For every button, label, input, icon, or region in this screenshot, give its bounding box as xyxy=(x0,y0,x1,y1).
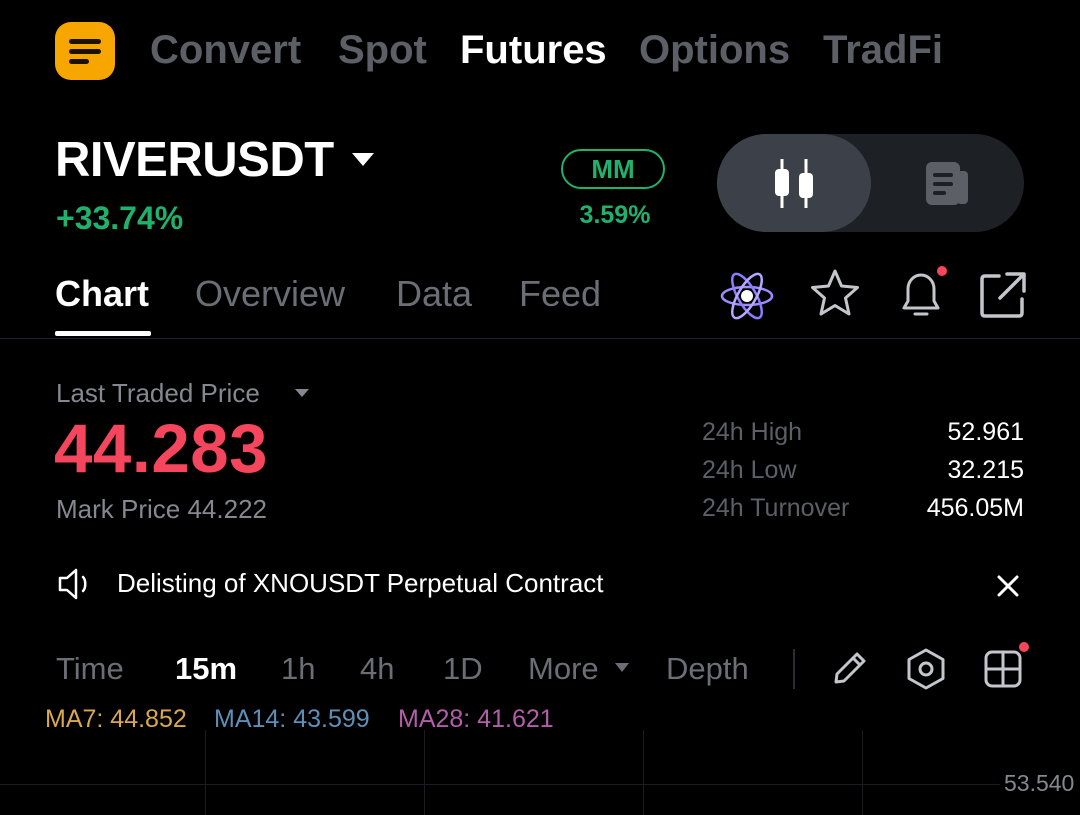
last-traded-price: 44.283 xyxy=(54,410,269,487)
price-change-percent: +33.74% xyxy=(56,200,184,236)
caret-down-icon[interactable] xyxy=(295,389,309,397)
active-tab-indicator xyxy=(55,331,151,336)
announcement-text[interactable]: Delisting of XNOUSDT Perpetual Contract xyxy=(117,567,604,599)
ma7-label: MA7: 44.852 xyxy=(45,705,187,733)
nav-tab-convert[interactable]: Convert xyxy=(150,24,301,76)
speaker-icon xyxy=(58,568,87,600)
ma28-label: MA28: 41.621 xyxy=(398,705,554,733)
toolbar-separator xyxy=(793,649,795,689)
share-button[interactable] xyxy=(977,268,1029,325)
stat-24h-turnover-value: 456.05M xyxy=(926,494,1024,522)
tab-feed[interactable]: Feed xyxy=(519,272,601,316)
depth-chart-tab[interactable]: Depth xyxy=(666,651,749,687)
drawing-tool-button[interactable] xyxy=(828,648,870,695)
chart-settings-button[interactable] xyxy=(904,646,948,697)
timeframe-4h[interactable]: 4h xyxy=(360,651,394,687)
timeframe-1d[interactable]: 1D xyxy=(443,651,483,687)
announcement-speaker xyxy=(56,566,96,607)
layout-button[interactable] xyxy=(982,648,1024,695)
layout-notification-dot xyxy=(1019,642,1029,652)
close-announcement-button[interactable] xyxy=(994,572,1022,605)
timeframe-time[interactable]: Time xyxy=(56,651,124,687)
chart-gridline xyxy=(0,784,1000,785)
hexagon-settings-icon xyxy=(907,648,945,690)
alert-notification-dot xyxy=(937,266,947,276)
stat-24h-low-value: 32.215 xyxy=(947,456,1024,484)
nav-tab-spot[interactable]: Spot xyxy=(338,24,427,76)
ai-assistant-button[interactable] xyxy=(718,268,776,329)
mark-price: Mark Price 44.222 xyxy=(56,494,267,524)
mm-value: 3.59% xyxy=(579,201,651,229)
star-icon xyxy=(811,269,859,316)
grid-layout-icon xyxy=(984,650,1022,688)
stat-24h-high-value: 52.961 xyxy=(947,418,1024,446)
symbol-selector[interactable]: RIVERUSDT xyxy=(55,132,334,188)
chart-gridline xyxy=(424,730,425,815)
ma14-label: MA14: 43.599 xyxy=(214,705,370,733)
ai-atom-icon xyxy=(720,272,774,320)
caret-down-icon[interactable] xyxy=(352,153,374,166)
favorite-button[interactable] xyxy=(806,266,864,327)
tab-overview[interactable]: Overview xyxy=(195,272,345,316)
stat-24h-low-label: 24h Low xyxy=(702,456,797,484)
share-icon xyxy=(980,272,1026,318)
chart-gridline xyxy=(205,730,206,815)
chart-view-button[interactable] xyxy=(717,134,871,232)
close-icon xyxy=(997,575,1019,597)
timeframe-more[interactable]: More xyxy=(528,651,599,687)
section-divider xyxy=(0,338,1080,339)
chart-gridline xyxy=(862,730,863,815)
news-icon xyxy=(926,162,968,205)
candlestick-icon xyxy=(775,159,813,208)
price-type-selector[interactable]: Last Traded Price xyxy=(56,377,260,409)
pencil-icon xyxy=(834,652,866,684)
mm-badge[interactable]: MM xyxy=(561,149,665,189)
price-axis-label: 53.540 xyxy=(1004,770,1075,796)
nav-tab-futures[interactable]: Futures xyxy=(460,24,607,76)
caret-down-icon[interactable] xyxy=(615,663,629,672)
chart-gridline xyxy=(643,730,644,815)
stat-24h-turnover-label: 24h Turnover xyxy=(702,494,850,522)
nav-tab-tradfi[interactable]: TradFi xyxy=(823,24,943,76)
stat-24h-high-label: 24h High xyxy=(702,418,803,446)
menu-button[interactable] xyxy=(55,22,115,80)
nav-tab-options[interactable]: Options xyxy=(639,24,790,76)
timeframe-1h[interactable]: 1h xyxy=(281,651,315,687)
timeframe-15m[interactable]: 15m xyxy=(175,651,237,687)
tab-chart[interactable]: Chart xyxy=(55,272,149,316)
news-view-button[interactable] xyxy=(871,134,1024,232)
tab-data[interactable]: Data xyxy=(396,272,472,316)
